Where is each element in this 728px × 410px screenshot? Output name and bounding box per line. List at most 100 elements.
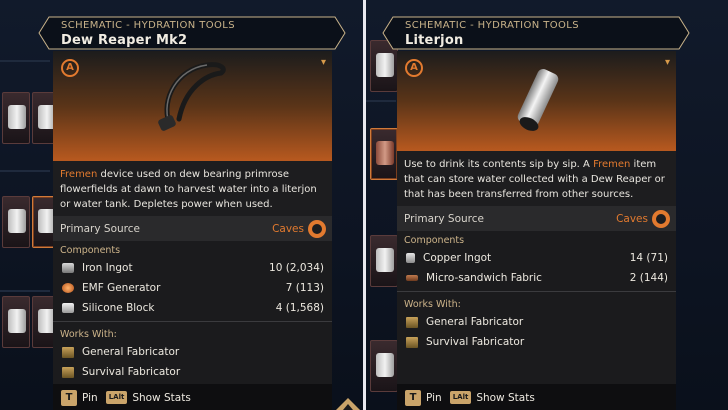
show-stats-action[interactable]: LAlt Show Stats	[105, 391, 191, 404]
inventory-slot[interactable]	[370, 128, 398, 180]
inventory-pane-right: SCHEMATIC - HYDRATION TOOLS Literjon A ▾	[366, 0, 728, 410]
pin-key: T	[61, 389, 77, 406]
description-text: device used on dew bearing primrose flow…	[60, 169, 317, 210]
grid-line	[0, 290, 50, 292]
description-text: Use to drink its contents sip by sip. A	[404, 159, 594, 170]
component-name: Silicone Block	[82, 302, 155, 314]
fabricator-name: General Fabricator	[426, 316, 524, 328]
pin-key: T	[405, 389, 421, 406]
item-description: Fremen device used on dew bearing primro…	[53, 161, 332, 216]
fabricator-name: Survival Fabricator	[426, 336, 525, 348]
alt-key: LAlt	[449, 391, 472, 404]
block-icon	[62, 303, 74, 313]
divider	[53, 321, 332, 322]
show-stats-label: Show Stats	[476, 391, 535, 404]
tooltip-body: A ▾ Fremen device used on dew bearing pr…	[53, 51, 332, 410]
component-qty: 4 (1,568)	[275, 302, 324, 314]
grid-line	[366, 100, 396, 102]
tooltip-footer: T Pin LAlt Show Stats	[397, 384, 676, 410]
primary-source-value: Caves	[616, 212, 648, 225]
works-with-title: Works With:	[404, 299, 461, 310]
ingot-icon	[406, 253, 415, 263]
component-row: EMF Generator 7 (113)	[53, 278, 332, 298]
inventory-pane-left: SCHEMATIC - HYDRATION TOOLS Dew Reaper M…	[0, 0, 363, 410]
item-name: Dew Reaper Mk2	[61, 33, 188, 48]
fremen-badge-icon: A	[61, 59, 79, 77]
primary-source-label: Primary Source	[404, 212, 484, 225]
fremen-badge-icon: A	[405, 59, 423, 77]
item-icon	[376, 141, 394, 165]
component-qty: 10 (2,034)	[269, 262, 324, 274]
component-qty: 2 (144)	[629, 272, 668, 284]
inventory-slot[interactable]	[370, 340, 398, 392]
components-title: Components	[404, 235, 465, 246]
divider	[397, 291, 676, 292]
grid-line	[0, 60, 50, 62]
component-qty: 14 (71)	[629, 252, 668, 264]
item-category: SCHEMATIC - HYDRATION TOOLS	[405, 20, 579, 31]
pin-action[interactable]: T Pin	[405, 389, 442, 406]
show-stats-action[interactable]: LAlt Show Stats	[449, 391, 535, 404]
item-category: SCHEMATIC - HYDRATION TOOLS	[61, 20, 235, 31]
fabricator-icon	[62, 346, 74, 358]
component-name: EMF Generator	[82, 282, 161, 294]
primary-source-value: Caves	[272, 222, 304, 235]
fabricator-icon	[406, 336, 418, 348]
ingot-icon	[62, 263, 74, 273]
item-icon	[376, 53, 394, 77]
component-qty: 7 (113)	[285, 282, 324, 294]
inventory-slot[interactable]	[2, 196, 30, 248]
show-stats-label: Show Stats	[132, 391, 191, 404]
fabricator-row: General Fabricator	[53, 342, 332, 362]
alt-key: LAlt	[105, 391, 128, 404]
generator-icon	[62, 283, 74, 293]
primary-source-row: Primary Source Caves	[397, 206, 676, 231]
component-row: Iron Ingot 10 (2,034)	[53, 258, 332, 278]
cave-source-icon	[308, 219, 326, 238]
component-name: Copper Ingot	[423, 252, 492, 264]
component-row: Micro-sandwich Fabric 2 (144)	[397, 268, 676, 288]
fabricator-row: Survival Fabricator	[397, 332, 676, 352]
tooltip-header: SCHEMATIC - HYDRATION TOOLS Literjon	[379, 15, 691, 51]
faction-highlight: Fremen	[60, 169, 98, 180]
item-description: Use to drink its contents sip by sip. A …	[397, 151, 676, 206]
components-title: Components	[60, 245, 121, 256]
cave-source-icon	[652, 209, 670, 228]
component-row: Copper Ingot 14 (71)	[397, 248, 676, 268]
corner-marker-icon: ▾	[664, 57, 670, 68]
item-icon	[8, 105, 26, 129]
component-row: Silicone Block 4 (1,568)	[53, 298, 332, 318]
pin-label: Pin	[426, 391, 442, 404]
tooltip-footer: T Pin LAlt Show Stats	[53, 384, 332, 410]
fabric-icon	[406, 275, 418, 281]
tooltip-header: SCHEMATIC - HYDRATION TOOLS Dew Reaper M…	[35, 15, 347, 51]
grid-line	[0, 170, 50, 172]
fabricator-name: Survival Fabricator	[82, 366, 181, 378]
fabricator-icon	[62, 366, 74, 378]
fabricator-row: Survival Fabricator	[53, 362, 332, 382]
item-preview: A ▾	[53, 51, 332, 161]
fabricator-icon	[406, 316, 418, 328]
item-icon	[8, 209, 26, 233]
item-tooltip: SCHEMATIC - HYDRATION TOOLS Dew Reaper M…	[38, 15, 347, 410]
pin-label: Pin	[82, 391, 98, 404]
component-name: Micro-sandwich Fabric	[426, 272, 542, 284]
scroll-up-icon[interactable]	[336, 394, 360, 410]
item-icon	[376, 248, 394, 272]
item-name: Literjon	[405, 33, 464, 48]
inventory-slot[interactable]	[2, 92, 30, 144]
item-tooltip: SCHEMATIC - HYDRATION TOOLS Literjon A ▾	[382, 15, 691, 410]
pin-action[interactable]: T Pin	[61, 389, 98, 406]
primary-source-row: Primary Source Caves	[53, 216, 332, 241]
works-with-title: Works With:	[60, 329, 117, 340]
component-name: Iron Ingot	[82, 262, 133, 274]
tooltip-body: A ▾ Use to drink its contents sip by sip…	[397, 51, 676, 410]
fabricator-name: General Fabricator	[82, 346, 180, 358]
item-preview: A ▾	[397, 51, 676, 151]
item-icon	[376, 353, 394, 377]
primary-source-label: Primary Source	[60, 222, 140, 235]
inventory-slot[interactable]	[2, 296, 30, 348]
inventory-slot[interactable]	[370, 235, 398, 287]
faction-highlight: Fremen	[593, 159, 631, 170]
item-icon	[8, 309, 26, 333]
